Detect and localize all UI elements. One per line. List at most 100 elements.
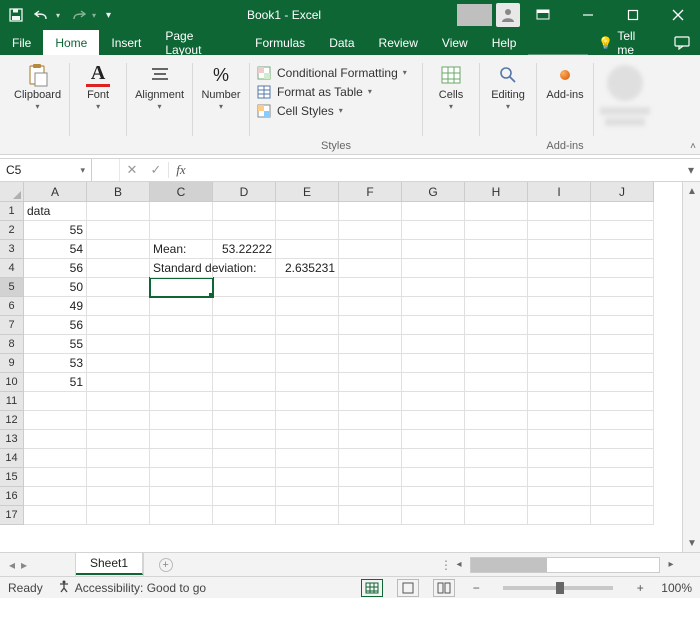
cell[interactable] [24, 411, 87, 430]
redo-icon[interactable] [70, 7, 86, 23]
cells-button[interactable]: Cells ▾ [429, 61, 473, 113]
cell[interactable] [528, 449, 591, 468]
scroll-up-icon[interactable]: ▲ [683, 182, 700, 200]
cell[interactable] [24, 487, 87, 506]
tab-home[interactable]: Home [43, 30, 99, 55]
cell[interactable] [528, 335, 591, 354]
zoom-slider[interactable] [503, 586, 613, 590]
tab-page-layout[interactable]: Page Layout [153, 30, 243, 55]
cell[interactable] [87, 240, 150, 259]
col-header[interactable]: J [591, 182, 654, 202]
cell[interactable] [87, 278, 150, 297]
chevron-down-icon[interactable]: ▾ [80, 165, 85, 176]
cell[interactable] [591, 468, 654, 487]
row-header[interactable]: 11 [0, 392, 24, 411]
cell[interactable] [528, 354, 591, 373]
cell[interactable] [528, 316, 591, 335]
tab-file[interactable]: File [0, 30, 43, 55]
alignment-button[interactable]: Alignment ▾ [133, 61, 186, 113]
cell[interactable] [339, 316, 402, 335]
cell[interactable] [402, 506, 465, 525]
cell[interactable] [150, 487, 213, 506]
col-header[interactable]: G [402, 182, 465, 202]
cell[interactable] [87, 259, 150, 278]
cell[interactable] [276, 468, 339, 487]
row-header[interactable]: 1 [0, 202, 24, 221]
cell[interactable]: Standard deviation: [150, 259, 213, 278]
cell[interactable] [24, 430, 87, 449]
row-header[interactable]: 13 [0, 430, 24, 449]
scroll-track[interactable] [683, 200, 700, 534]
user-avatar-icon[interactable] [496, 3, 520, 27]
cell[interactable] [528, 411, 591, 430]
scroll-left-icon[interactable]: ◂ [450, 556, 468, 574]
cell[interactable] [339, 335, 402, 354]
cell[interactable] [402, 392, 465, 411]
scroll-thumb[interactable] [471, 558, 547, 572]
cell[interactable] [528, 373, 591, 392]
cell[interactable] [528, 392, 591, 411]
cell[interactable] [465, 506, 528, 525]
cell[interactable] [276, 354, 339, 373]
cell[interactable] [528, 278, 591, 297]
row-header[interactable]: 17 [0, 506, 24, 525]
cell[interactable] [465, 297, 528, 316]
cell[interactable] [402, 468, 465, 487]
cell[interactable] [465, 316, 528, 335]
cell[interactable] [465, 259, 528, 278]
chevron-right-icon[interactable]: ▸ [21, 558, 27, 572]
cell[interactable] [402, 354, 465, 373]
cell[interactable] [402, 240, 465, 259]
zoom-in-button[interactable]: + [633, 581, 647, 595]
cell[interactable] [591, 373, 654, 392]
tab-view[interactable]: View [430, 30, 480, 55]
undo-dropdown-icon[interactable]: ▾ [56, 11, 60, 20]
cell[interactable] [339, 392, 402, 411]
cell[interactable] [276, 430, 339, 449]
cell[interactable] [213, 354, 276, 373]
cell[interactable] [465, 373, 528, 392]
row-header[interactable]: 12 [0, 411, 24, 430]
cell[interactable] [87, 373, 150, 392]
zoom-out-button[interactable]: − [469, 581, 483, 595]
cell[interactable] [591, 259, 654, 278]
cell[interactable] [339, 430, 402, 449]
scroll-split-icon[interactable]: ⋮ [440, 558, 450, 572]
cell[interactable]: 51 [24, 373, 87, 392]
cell[interactable] [276, 221, 339, 240]
tab-review[interactable]: Review [367, 30, 430, 55]
cell-selected[interactable] [150, 278, 213, 297]
cell[interactable] [150, 392, 213, 411]
cell[interactable] [213, 297, 276, 316]
select-all-button[interactable] [0, 182, 24, 202]
cell[interactable]: 50 [24, 278, 87, 297]
undo-icon[interactable] [34, 7, 50, 23]
page-break-view-icon[interactable] [433, 579, 455, 597]
cell[interactable] [87, 506, 150, 525]
cell[interactable] [339, 449, 402, 468]
cell[interactable] [213, 335, 276, 354]
cell[interactable] [276, 297, 339, 316]
col-header[interactable]: E [276, 182, 339, 202]
paste-button[interactable]: Clipboard ▾ [12, 61, 63, 113]
cell[interactable] [591, 411, 654, 430]
cancel-formula-icon[interactable]: ✕ [120, 159, 144, 181]
zoom-level[interactable]: 100% [661, 581, 692, 595]
cell[interactable] [402, 221, 465, 240]
cell[interactable] [213, 392, 276, 411]
cell[interactable] [402, 259, 465, 278]
cell[interactable] [213, 468, 276, 487]
cell[interactable] [465, 411, 528, 430]
formula-input[interactable] [193, 159, 682, 181]
qa-more-icon[interactable]: ▾ [106, 7, 111, 23]
cell[interactable] [465, 430, 528, 449]
cell[interactable] [528, 259, 591, 278]
cell[interactable] [402, 487, 465, 506]
row-header[interactable]: 10 [0, 373, 24, 392]
cell[interactable] [465, 449, 528, 468]
cell[interactable] [87, 392, 150, 411]
cell[interactable] [87, 335, 150, 354]
cell[interactable] [24, 468, 87, 487]
cell[interactable] [528, 297, 591, 316]
addins-button[interactable]: Add-ins [543, 61, 587, 103]
